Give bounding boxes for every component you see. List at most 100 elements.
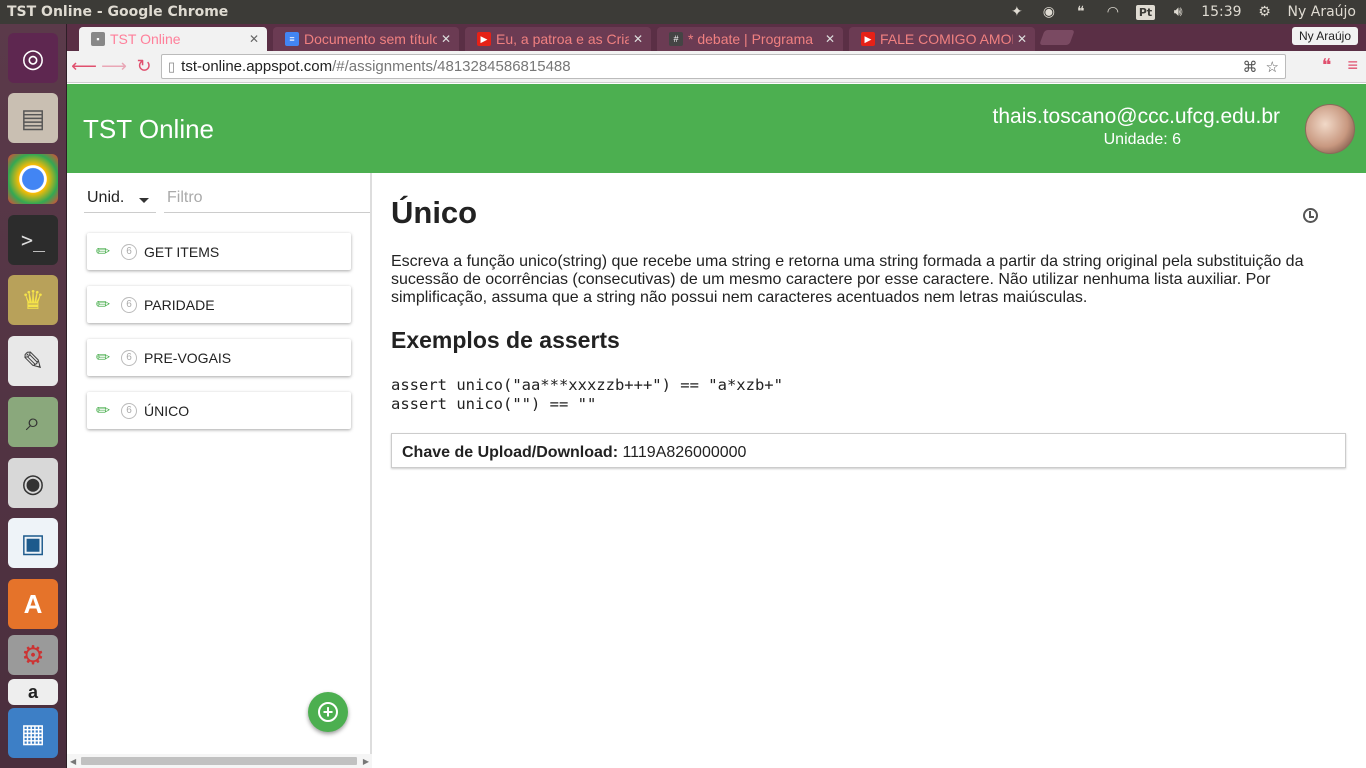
hash-icon: # bbox=[669, 32, 683, 46]
unit-badge: 6 bbox=[121, 243, 137, 260]
settings-icon[interactable]: ⚙ bbox=[5, 635, 61, 675]
close-icon[interactable]: ✕ bbox=[1017, 32, 1027, 46]
upload-key-value[interactable]: 1119A826000000 bbox=[622, 444, 746, 461]
address-bar[interactable]: ▯ tst-online.appspot.com/#/assignments/4… bbox=[161, 54, 1286, 79]
libreoffice-draw-icon[interactable]: ▣ bbox=[5, 515, 61, 571]
app-title[interactable]: TST Online bbox=[83, 114, 214, 145]
scroll-right-icon[interactable]: ▶ bbox=[363, 757, 369, 766]
close-icon[interactable]: ✕ bbox=[441, 32, 451, 46]
volume-icon[interactable]: 🔊︎ bbox=[1169, 3, 1187, 21]
assignment-name: ÚNICO bbox=[144, 402, 190, 419]
chevron-down-icon bbox=[139, 198, 149, 203]
assignment-name: PARIDADE bbox=[144, 296, 215, 313]
clock[interactable]: 15:39 bbox=[1201, 4, 1241, 20]
browser-window: ▪ TST Online ✕ ≡ Documento sem título ✕ … bbox=[67, 24, 1366, 768]
docs-icon: ≡ bbox=[285, 32, 299, 46]
translate-icon[interactable]: ⌘ bbox=[1243, 58, 1258, 76]
unit-badge: 6 bbox=[121, 402, 137, 419]
assignment-name: PRE-VOGAIS bbox=[144, 349, 232, 366]
close-icon[interactable]: ✕ bbox=[825, 32, 835, 46]
unit-select[interactable]: Unid. bbox=[84, 189, 156, 213]
plus-icon: + bbox=[318, 702, 338, 722]
assignment-item-pre-vogais[interactable]: ✏︎ 6 PRE-VOGAIS bbox=[87, 339, 351, 376]
code-line: assert unico("") == "" bbox=[391, 395, 597, 413]
filter-input[interactable]: Filtro bbox=[164, 189, 370, 213]
examples-code: assert unico("aa***xxxzzb+++") == "a*xzb… bbox=[391, 376, 783, 414]
workspace-icon[interactable]: ▦ bbox=[5, 708, 61, 758]
browser-toolbar: ⟵ ⟶ ↻ ▯ tst-online.appspot.com/#/assignm… bbox=[67, 51, 1366, 83]
forward-arrow-icon[interactable]: ⟶ bbox=[101, 54, 127, 80]
web-page: TST Online thais.toscano@ccc.ufcg.edu.br… bbox=[67, 84, 1366, 768]
code-line: assert unico("aa***xxxzzb+++") == "a*xzb… bbox=[391, 376, 783, 394]
speaker-icon[interactable]: ◉ bbox=[5, 455, 61, 511]
tab-youtube-2[interactable]: ▶ FALE COMIGO AMOR ✕ bbox=[849, 27, 1035, 51]
close-icon[interactable]: ✕ bbox=[249, 32, 259, 46]
close-icon[interactable]: ✕ bbox=[633, 32, 643, 46]
launcher: ◎ ▤ >_ ♛ ✎ ⌕ ◉ ▣ A ⚙ a ▦ bbox=[0, 24, 67, 768]
unit-select-value: Unid. bbox=[87, 189, 125, 206]
profile-button[interactable]: Ny Araújo bbox=[1291, 27, 1358, 45]
extension-icon[interactable]: ❝ bbox=[1322, 55, 1332, 76]
back-arrow-icon[interactable]: ⟵ bbox=[71, 54, 97, 80]
tab-title: FALE COMIGO AMOR bbox=[880, 31, 1013, 47]
dropbox-icon[interactable]: ✦ bbox=[1008, 3, 1026, 21]
assignment-item-unico[interactable]: ✏︎ 6 ÚNICO bbox=[87, 392, 351, 429]
genie-icon[interactable]: ♛ bbox=[5, 272, 61, 328]
history-icon[interactable] bbox=[1303, 208, 1318, 223]
os-top-panel: TST Online - Google Chrome ✦ ◉ ❝ ◠ Pt 🔊︎… bbox=[0, 0, 1366, 24]
tab-tst-online[interactable]: ▪ TST Online ✕ bbox=[79, 27, 267, 51]
chrome-icon[interactable] bbox=[5, 151, 61, 207]
terminal-icon[interactable]: >_ bbox=[5, 212, 61, 268]
scroll-left-icon[interactable]: ◀ bbox=[70, 757, 76, 766]
youtube-icon: ▶ bbox=[861, 32, 875, 46]
image-viewer-icon[interactable]: ⌕ bbox=[5, 394, 61, 450]
gear-icon[interactable]: ⚙ bbox=[1256, 3, 1274, 21]
tab-strip: ▪ TST Online ✕ ≡ Documento sem título ✕ … bbox=[67, 24, 1366, 51]
tab-title: Documento sem título bbox=[304, 31, 437, 47]
assignments-sidebar: Unid. Filtro ✏︎ 6 GET ITEMS ✏︎ 6 PARIDAD… bbox=[67, 173, 372, 768]
avatar[interactable] bbox=[1305, 104, 1355, 154]
youtube-icon: ▶ bbox=[477, 32, 491, 46]
scrollbar-thumb[interactable] bbox=[81, 757, 357, 765]
star-icon[interactable]: ☆ bbox=[1266, 58, 1279, 76]
amazon-icon[interactable]: a bbox=[5, 679, 61, 705]
reload-icon[interactable]: ↻ bbox=[131, 54, 157, 80]
upload-key-label: Chave de Upload/Download: bbox=[402, 444, 619, 461]
url-path: /#/assignments/4813284586815488 bbox=[332, 58, 571, 75]
assignment-title: Único bbox=[391, 195, 478, 230]
session-user[interactable]: Ny Araújo bbox=[1288, 4, 1356, 20]
new-tab-button[interactable] bbox=[1039, 30, 1075, 45]
app-header: TST Online thais.toscano@ccc.ufcg.edu.br… bbox=[67, 84, 1366, 173]
pencil-icon[interactable]: ✏︎ bbox=[96, 242, 116, 262]
tab-documento[interactable]: ≡ Documento sem título ✕ bbox=[273, 27, 459, 51]
horizontal-scrollbar[interactable]: ◀ ▶ bbox=[67, 754, 372, 768]
page-info-icon[interactable]: ▯ bbox=[168, 59, 175, 75]
pencil-icon[interactable]: ✏︎ bbox=[96, 295, 116, 315]
files-icon[interactable]: ▤ bbox=[5, 90, 61, 146]
examples-heading: Exemplos de asserts bbox=[391, 327, 620, 353]
assignment-item-paridade[interactable]: ✏︎ 6 PARIDADE bbox=[87, 286, 351, 323]
wifi-icon[interactable]: ◠ bbox=[1104, 3, 1122, 21]
sidebar-filters: Unid. Filtro bbox=[84, 189, 370, 213]
menu-icon[interactable]: ≡ bbox=[1347, 55, 1358, 76]
user-email: thais.toscano@ccc.ufcg.edu.br bbox=[992, 105, 1280, 128]
pencil-icon[interactable]: ✏︎ bbox=[96, 348, 116, 368]
add-assignment-button[interactable]: + bbox=[308, 692, 348, 732]
pencil-icon[interactable]: ✏︎ bbox=[96, 401, 116, 421]
chrome-tray-icon[interactable]: ◉ bbox=[1040, 3, 1058, 21]
unit-badge: 6 bbox=[121, 349, 137, 366]
assignment-item-get-items[interactable]: ✏︎ 6 GET ITEMS bbox=[87, 233, 351, 270]
software-center-icon[interactable]: A bbox=[5, 576, 61, 632]
tab-debate[interactable]: # * debate | Programa ✕ bbox=[657, 27, 843, 51]
keyboard-layout-indicator[interactable]: Pt bbox=[1135, 4, 1156, 20]
chat-icon[interactable]: ❝ bbox=[1072, 3, 1090, 21]
tab-title: Eu, a patroa e as Crianças bbox=[496, 31, 629, 47]
window-title: TST Online - Google Chrome bbox=[7, 4, 229, 20]
user-unit: Unidade: 6 bbox=[1103, 131, 1181, 148]
upload-key-box: Chave de Upload/Download: 1119A826000000 bbox=[391, 433, 1346, 468]
page-icon: ▪ bbox=[91, 32, 105, 46]
ubuntu-dash-icon[interactable]: ◎ bbox=[5, 30, 61, 86]
text-editor-icon[interactable]: ✎ bbox=[5, 333, 61, 389]
tab-youtube-1[interactable]: ▶ Eu, a patroa e as Crianças ✕ bbox=[465, 27, 651, 51]
url-host: tst-online.appspot.com bbox=[181, 58, 333, 75]
